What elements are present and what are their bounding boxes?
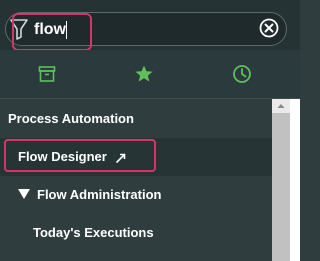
open-new-window-icon — [116, 151, 126, 163]
expanded-triangle-icon[interactable] — [18, 188, 30, 199]
archive-icon[interactable] — [37, 64, 57, 84]
clear-search-icon[interactable] — [259, 18, 279, 38]
scroll-up-icon[interactable] — [276, 99, 286, 113]
scrollbar-thumb[interactable] — [272, 113, 290, 261]
nav-item-label: Today's Executions — [33, 225, 154, 240]
text-caret — [66, 21, 67, 39]
nav-group-label: Flow Administration — [37, 187, 162, 202]
clock-icon[interactable] — [232, 64, 252, 84]
filter-navigator-input[interactable] — [34, 19, 234, 41]
nav-item-flow-designer[interactable]: Flow Designer — [0, 138, 272, 176]
star-icon[interactable] — [134, 64, 154, 84]
filter-icon — [10, 18, 28, 40]
section-title: Process Automation — [8, 111, 134, 126]
nav-item-label: Flow Designer — [18, 149, 107, 164]
content-edge — [290, 99, 300, 261]
nav-item-todays-executions[interactable]: Today's Executions — [0, 214, 272, 252]
section-process-automation[interactable]: Process Automation — [0, 104, 272, 132]
nav-group-flow-administration[interactable]: Flow Administration — [0, 176, 272, 214]
